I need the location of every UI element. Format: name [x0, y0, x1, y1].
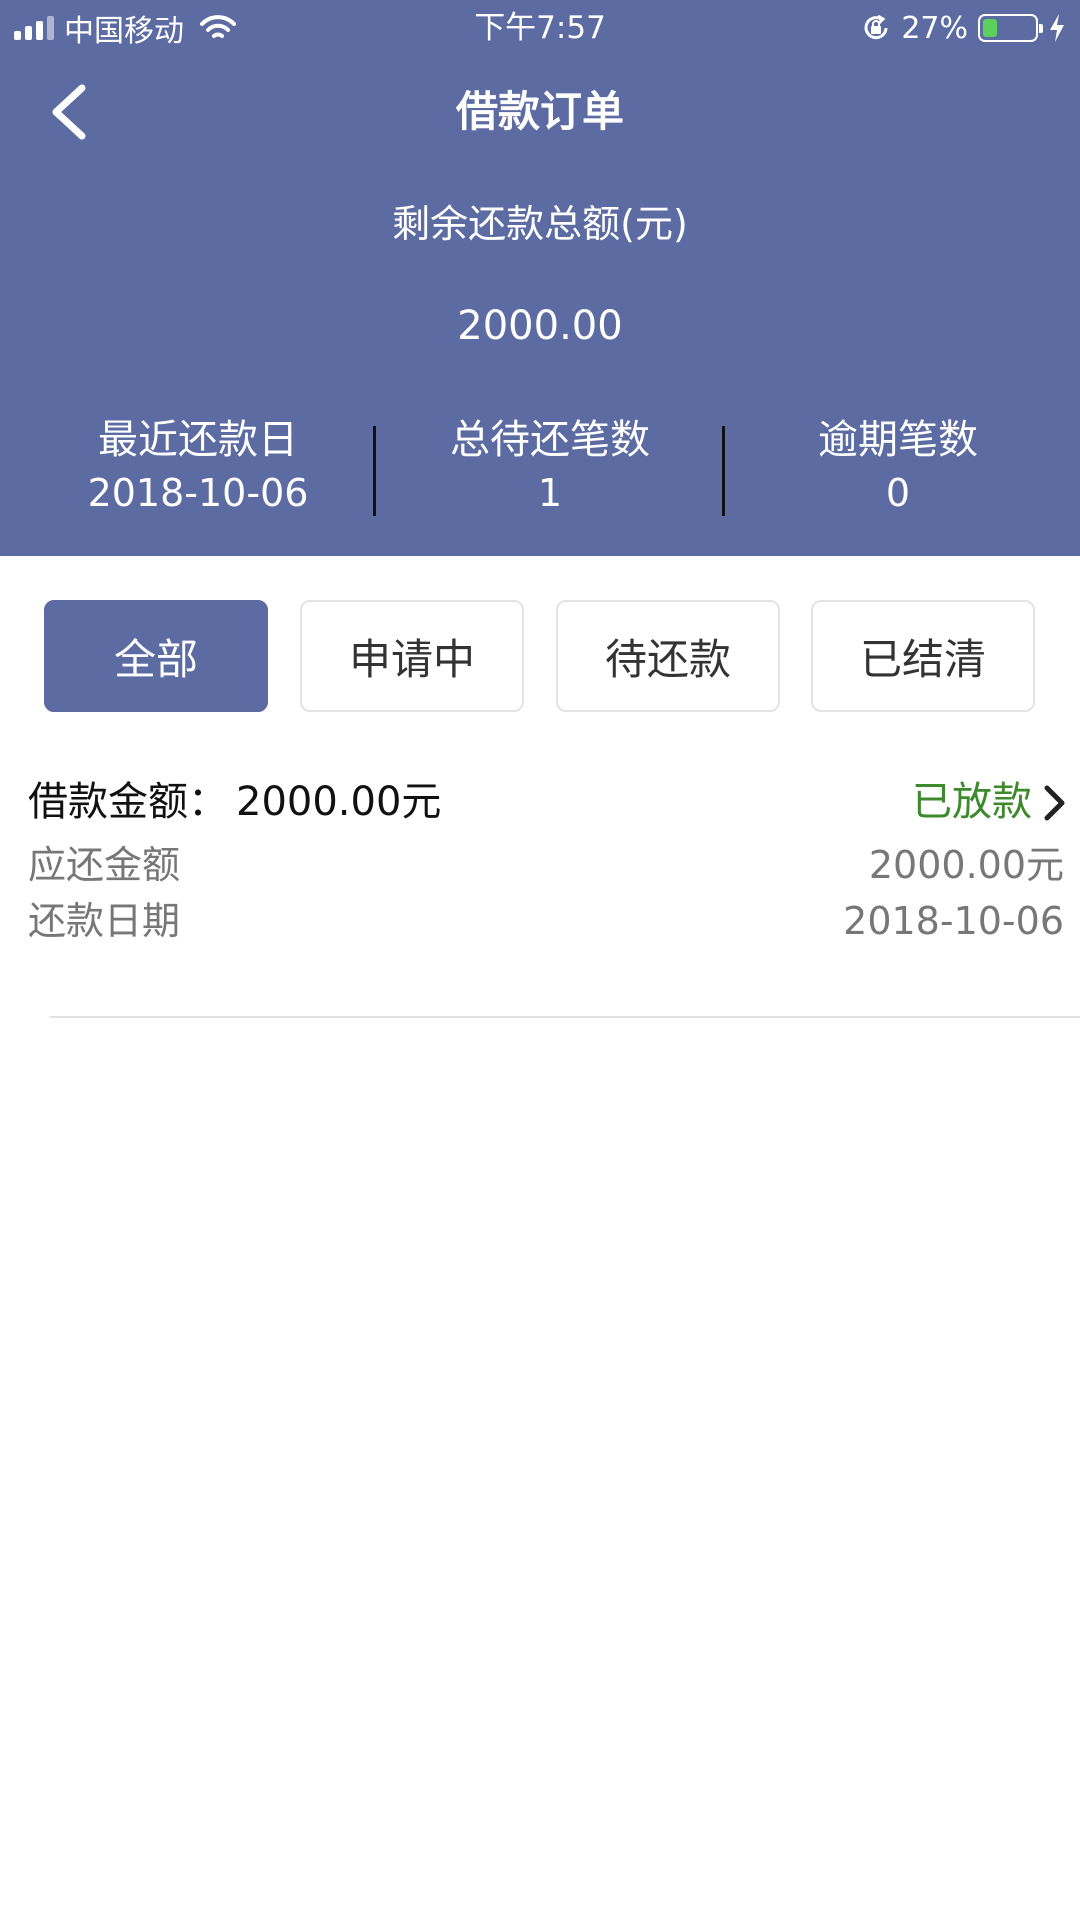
orientation-lock-icon	[864, 14, 888, 40]
status-bar: 中国移动 下午7:57 27%	[0, 0, 1080, 56]
battery-icon	[978, 14, 1043, 42]
charging-bolt-icon	[1050, 14, 1064, 42]
remaining-total-label: 剩余还款总额(元)	[392, 202, 688, 246]
stat-label: 逾期笔数	[818, 417, 978, 463]
repayment-date-value: 2018-10-06	[843, 899, 1064, 943]
tab-settled[interactable]: 已结清	[811, 600, 1035, 712]
loan-amount-label: 借款金额：	[28, 779, 228, 825]
stat-label: 最近还款日	[98, 417, 298, 463]
stat-latest-due-date: 最近还款日 2018-10-06	[28, 412, 368, 518]
due-amount-value: 2000.00元	[868, 843, 1064, 887]
stat-pending-count: 总待还笔数 1	[380, 412, 720, 518]
battery-percent: 27%	[901, 10, 968, 46]
battery-level	[983, 19, 997, 37]
stat-divider	[722, 426, 725, 516]
loan-amount-value: 2000.00元	[236, 779, 442, 825]
summary-stats: 最近还款日 2018-10-06 总待还笔数 1 逾期笔数 0	[0, 412, 1080, 522]
order-header: 借款金额： 2000.00元 已放款	[28, 772, 1068, 832]
stat-overdue-count: 逾期笔数 0	[728, 412, 1068, 518]
due-amount-label: 应还金额	[28, 843, 181, 887]
tab-all[interactable]: 全部	[44, 600, 268, 712]
stat-divider	[373, 426, 376, 516]
status-bar-right: 27%	[861, 8, 1066, 48]
page-title: 借款订单	[455, 87, 624, 136]
order-status-badge: 已放款	[912, 779, 1032, 825]
stat-value: 0	[885, 471, 911, 515]
tab-pending-repayment[interactable]: 待还款	[556, 600, 780, 712]
order-card[interactable]: 借款金额： 2000.00元 已放款 应还金额 2000.00元 还款日期 20…	[0, 760, 1080, 1018]
repayment-date-label: 还款日期	[28, 899, 181, 943]
order-divider	[50, 1016, 1080, 1018]
stat-value: 2018-10-06	[87, 471, 309, 515]
stat-value: 1	[537, 471, 563, 515]
remaining-total-amount: 2000.00	[457, 303, 623, 349]
due-amount-row: 应还金额 2000.00元	[28, 838, 1064, 892]
header: 中国移动 下午7:57 27% 借款订单 剩余还款总额(元) 2000.00 最…	[0, 0, 1080, 556]
filter-tabs: 全部 申请中 待还款 已结清	[0, 600, 1080, 712]
stat-label: 总待还笔数	[450, 417, 650, 463]
chevron-right-icon[interactable]	[1042, 784, 1068, 822]
tab-applying[interactable]: 申请中	[300, 600, 524, 712]
repayment-date-row: 还款日期 2018-10-06	[28, 894, 1064, 948]
